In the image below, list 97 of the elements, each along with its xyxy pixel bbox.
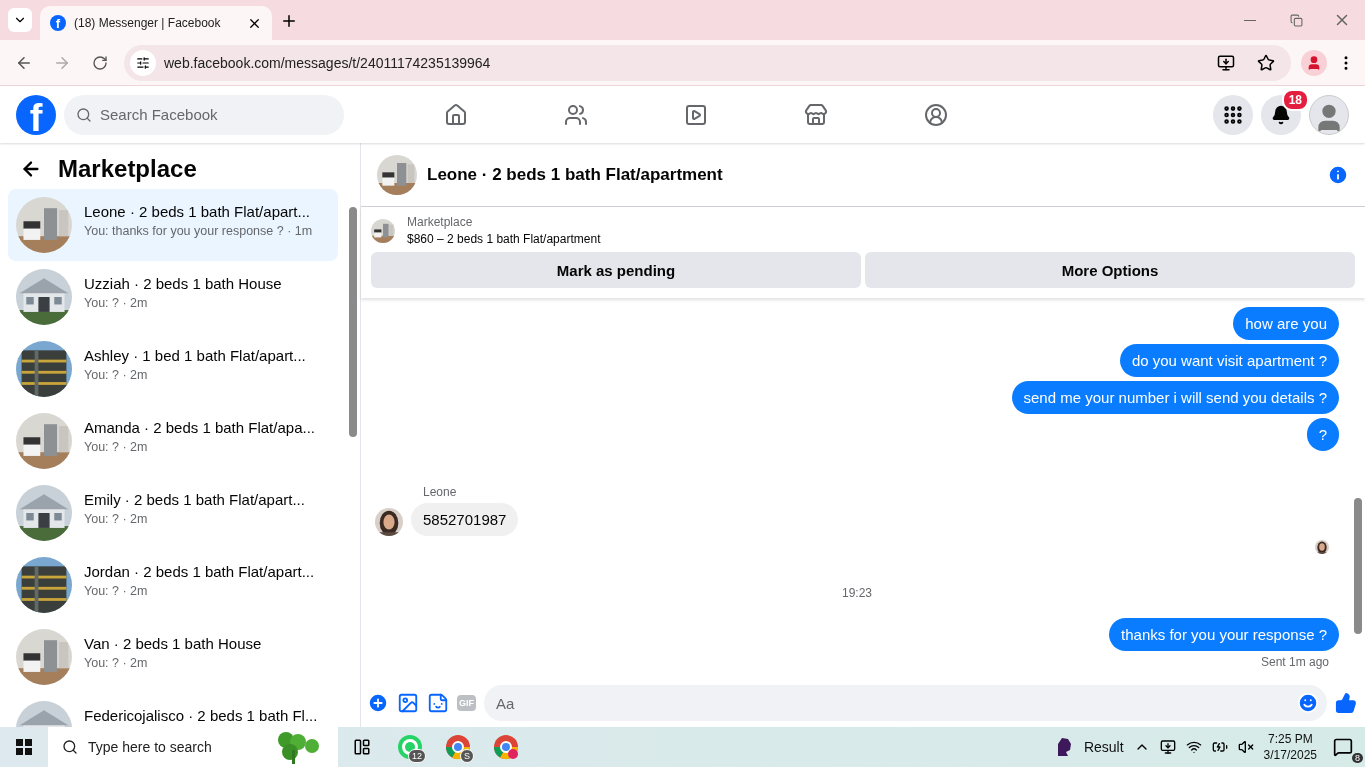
like-button[interactable] <box>1335 692 1357 714</box>
tab-list-button[interactable] <box>8 8 32 32</box>
conversation-item[interactable]: Uzziah · 2 beds 1 bath House You: ? · 2m <box>8 261 338 333</box>
conversation-preview: You: ? · 2m <box>84 368 149 382</box>
conversation-preview: You: ? · 2m <box>84 512 149 526</box>
home-icon <box>444 102 468 127</box>
conversation-title: Leone · 2 beds 1 bath Flat/apart... <box>84 203 311 220</box>
account-avatar[interactable] <box>1309 94 1349 135</box>
conversation-preview: You: thanks for you your response ? · 1m <box>84 224 313 238</box>
person-icon <box>1306 54 1322 71</box>
sent-message: thanks for you your response ? <box>1109 618 1339 651</box>
store-icon <box>804 102 828 127</box>
menu-button[interactable] <box>1213 94 1253 135</box>
listing-action-button[interactable]: Mark as pending <box>371 252 861 288</box>
people-icon <box>564 102 588 127</box>
sticker-icon <box>427 692 449 714</box>
grid-icon <box>1222 103 1244 126</box>
taskbar-search-field[interactable]: Type here to search <box>48 727 338 767</box>
thumbs-up-icon <box>1335 692 1357 714</box>
play-icon <box>684 102 708 127</box>
task-view-icon <box>353 738 371 756</box>
reload-icon <box>92 54 108 71</box>
wifi-icon[interactable] <box>1185 739 1202 755</box>
search-field[interactable]: Search Facebook <box>64 94 344 135</box>
restore-icon <box>1289 13 1303 27</box>
info-icon[interactable] <box>1327 163 1349 186</box>
tab-title: (18) Messenger | Facebook <box>74 16 222 30</box>
sliders-icon <box>136 55 150 70</box>
plus-icon <box>367 692 389 714</box>
sticker-button[interactable] <box>427 692 449 714</box>
sent-status: Sent 1m ago <box>1260 655 1329 669</box>
listing-label: Marketplace <box>407 215 474 229</box>
photo-button[interactable] <box>397 692 419 714</box>
conversation-title: Emily · 2 beds 1 bath Flat/apart... <box>84 491 305 508</box>
conversation-item[interactable]: Emily · 2 beds 1 bath Flat/apart... You: ? · 2m <box>8 477 338 549</box>
browser-icon <box>493 734 519 760</box>
windows-logo-icon <box>16 739 32 755</box>
news-widget-text[interactable]: Result <box>1083 739 1124 755</box>
scrollbar-thumb[interactable] <box>1354 498 1362 634</box>
conversation-title: Jordan · 2 beds 1 bath Flat/apart... <box>84 563 315 580</box>
clock[interactable]: 7:25 PM 3/17/2025 <box>1263 732 1317 762</box>
conversation-item[interactable]: Jordan · 2 beds 1 bath Flat/apart... You: ? · 2m <box>8 549 338 621</box>
facebook-logo[interactable]: f <box>16 94 56 135</box>
conversation-preview: You: ? · 2m <box>84 296 149 310</box>
site-settings-button[interactable] <box>130 49 156 76</box>
listing-action-button[interactable]: More Options <box>865 252 1355 288</box>
screen-share-icon[interactable] <box>1159 739 1176 755</box>
conversation-title: Amanda · 2 beds 1 bath Flat/apa... <box>84 419 315 436</box>
message-time: 19:23 <box>842 586 872 600</box>
bell-icon <box>1271 104 1291 125</box>
conversation-item[interactable]: Leone · 2 beds 1 bath Flat/apart... You: thanks for you your response ? · 1m <box>8 189 338 261</box>
bookmark-star-icon[interactable] <box>1257 53 1275 72</box>
add-button[interactable] <box>367 692 389 714</box>
url-text: web.facebook.com/messages/t/24011174235139964 <box>164 54 492 71</box>
sent-message: do you want visit apartment ? <box>1119 344 1339 377</box>
listing-title: $860 – 2 beds 1 bath Flat/apartment <box>407 232 601 246</box>
chrome-button[interactable]: S <box>434 727 482 767</box>
new-tab-icon[interactable] <box>280 12 298 30</box>
user-circle-icon <box>924 102 948 127</box>
conversation-item[interactable]: Amanda · 2 beds 1 bath Flat/apa... You: ? · 2m <box>8 405 338 477</box>
clock-date: 3/17/2025 <box>1263 748 1317 762</box>
conversation-title: Federicojalisco · 2 beds 1 bath Fl... <box>84 707 318 724</box>
sender-name: Leone <box>423 485 458 499</box>
conversation-title: Ashley · 1 bed 1 bath Flat/apart... <box>84 347 306 364</box>
profile-button[interactable] <box>1301 49 1327 76</box>
conversation-preview: You: ? · 2m <box>84 584 149 598</box>
conversation-title: Van · 2 beds 1 bath House <box>84 635 262 652</box>
browser-icon <box>445 734 471 760</box>
conversation-preview: You: ? · 2m <box>84 440 149 454</box>
scrollbar-thumb[interactable] <box>349 207 357 437</box>
sent-message: ? <box>1306 418 1339 451</box>
minimize-icon <box>1244 19 1256 21</box>
emoji-icon[interactable] <box>1297 692 1319 714</box>
install-icon[interactable] <box>1217 53 1235 72</box>
sent-message: how are you <box>1233 307 1339 340</box>
sidebar-title: Marketplace <box>58 155 197 183</box>
message-field[interactable]: Aa <box>484 685 1327 721</box>
chat-title: Leone · 2 beds 1 bath Flat/apartment <box>427 164 724 185</box>
tab-favicon: f <box>50 15 66 31</box>
browser-tab[interactable]: f (18) Messenger | Facebook <box>40 6 272 40</box>
message-icon <box>1333 737 1353 757</box>
notification-count: 8 <box>1352 753 1363 763</box>
received-message: 5852701987 <box>411 503 519 536</box>
conversation-item[interactable]: Van · 2 beds 1 bath House You: ? · 2m <box>8 621 338 693</box>
image-icon <box>397 692 419 714</box>
clock-time: 7:25 PM <box>1267 732 1313 746</box>
conversation-item[interactable]: Ashley · 1 bed 1 bath Flat/apart... You: ? · 2m <box>8 333 338 405</box>
conversation-preview: You: ? · 2m <box>84 656 149 670</box>
whatsapp-button[interactable]: 12 <box>386 727 434 767</box>
sent-message: send me your number i will send you details ? <box>1011 381 1339 414</box>
volume-muted-icon[interactable] <box>1237 739 1254 755</box>
address-bar[interactable]: web.facebook.com/messages/t/24011174235139964 <box>124 44 1291 81</box>
search-icon <box>76 106 92 123</box>
conversation-title: Uzziah · 2 beds 1 bath House <box>84 275 282 292</box>
notification-count: 18 <box>1281 88 1309 111</box>
battery-icon[interactable] <box>1211 739 1228 755</box>
search-icon <box>62 739 78 755</box>
